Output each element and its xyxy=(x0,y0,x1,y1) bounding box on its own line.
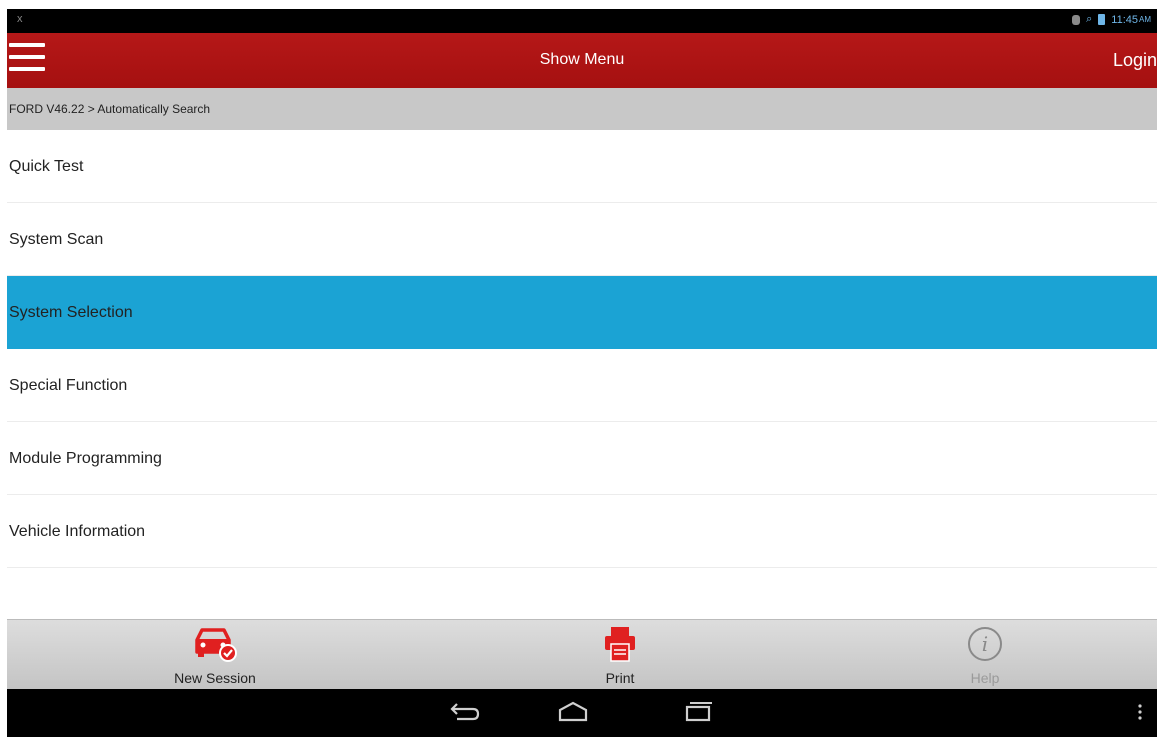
menu-item-quick-test[interactable]: Quick Test xyxy=(7,130,1157,203)
printer-icon xyxy=(605,627,635,662)
app-screen: x ⌕ 11:45 AM Show Menu Login FORD V46.22 … xyxy=(7,0,1157,737)
menu-item-vehicle-information[interactable]: Vehicle Information xyxy=(7,495,1157,568)
function-menu: Quick Test System Scan System Selection … xyxy=(7,130,1157,568)
back-icon[interactable] xyxy=(447,699,481,725)
help-label: Help xyxy=(970,670,1000,686)
battery-icon xyxy=(1098,14,1106,25)
bluetooth-icon xyxy=(1072,14,1081,25)
print-button[interactable]: Print xyxy=(530,620,710,690)
android-nav-bar xyxy=(7,689,1157,737)
overflow-menu-icon[interactable] xyxy=(1137,703,1143,721)
status-bar: x ⌕ 11:45 AM xyxy=(7,9,1157,33)
notification-icon: x xyxy=(17,13,23,25)
new-session-button[interactable]: New Session xyxy=(125,620,305,690)
info-icon: i xyxy=(968,627,1002,661)
menu-item-system-scan[interactable]: System Scan xyxy=(7,203,1157,276)
menu-item-module-programming[interactable]: Module Programming xyxy=(7,422,1157,495)
status-icons: ⌕ 11:45 AM xyxy=(1072,13,1151,26)
recent-apps-icon[interactable] xyxy=(681,699,715,725)
home-icon[interactable] xyxy=(555,699,591,725)
app-header: Show Menu Login xyxy=(7,33,1157,88)
wifi-icon: ⌕ xyxy=(1086,13,1093,25)
clock-ampm: AM xyxy=(1139,15,1151,24)
breadcrumb: FORD V46.22 > Automatically Search xyxy=(7,88,1157,130)
print-label: Print xyxy=(605,670,635,686)
svg-text:i: i xyxy=(982,632,988,656)
clock: 11:45 xyxy=(1111,13,1138,26)
car-session-icon xyxy=(195,628,237,662)
menu-item-special-function[interactable]: Special Function xyxy=(7,349,1157,422)
new-session-label: New Session xyxy=(174,670,256,686)
show-menu-title[interactable]: Show Menu xyxy=(7,51,1157,69)
menu-item-system-selection[interactable]: System Selection xyxy=(7,276,1157,349)
bottom-toolbar: New Session Print i Help xyxy=(7,619,1157,689)
login-button[interactable]: Login xyxy=(1113,50,1157,71)
help-button[interactable]: i Help xyxy=(895,620,1075,690)
